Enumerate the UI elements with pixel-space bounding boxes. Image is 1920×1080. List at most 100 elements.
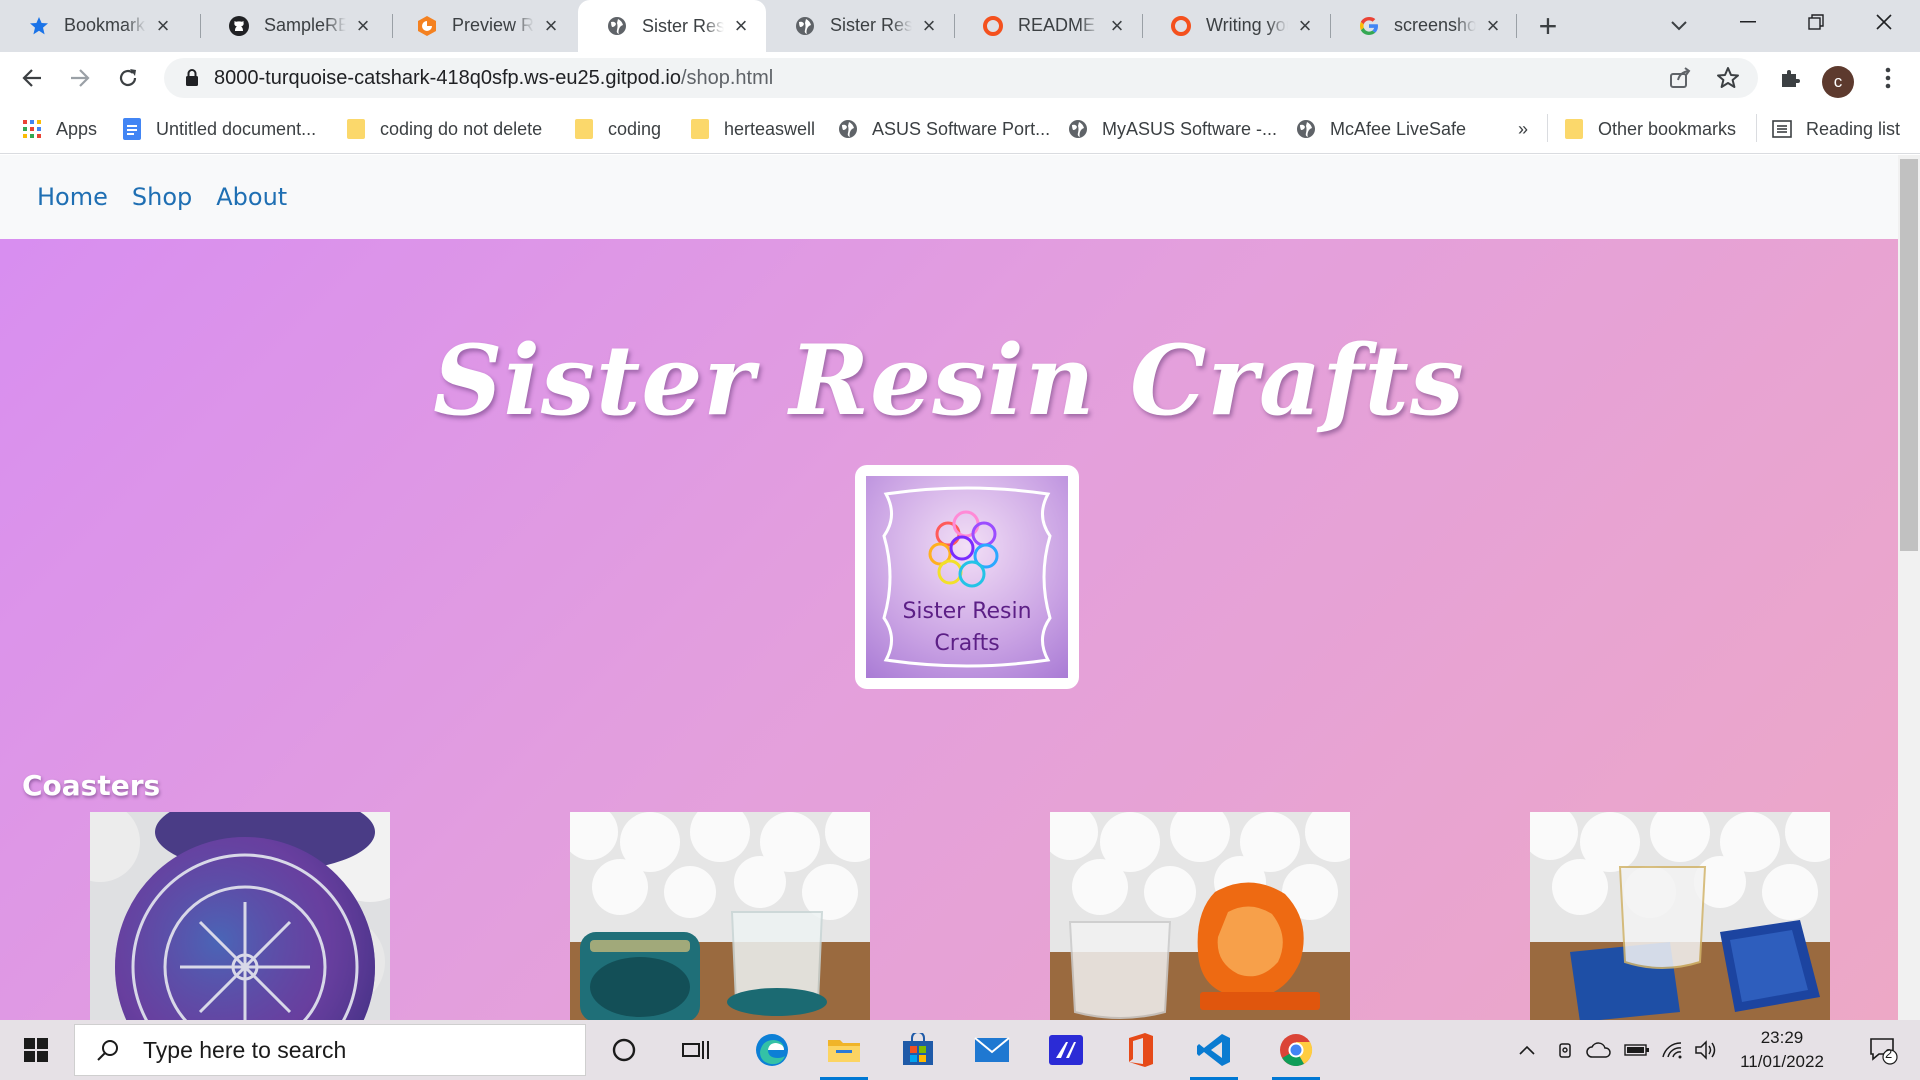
windows-taskbar: Type here to search 23:29 11/01/2022 2 <box>0 1020 1920 1080</box>
product-image-blue-square-coaster-set[interactable] <box>1530 812 1830 1020</box>
close-icon[interactable]: × <box>540 13 562 38</box>
bookmark-star-icon[interactable] <box>1716 66 1740 96</box>
close-icon[interactable]: × <box>1106 13 1128 38</box>
address-bar[interactable]: 8000-turquoise-catshark-418q0sfp.ws-eu25… <box>164 58 1758 98</box>
microsoft-store-icon[interactable] <box>882 1020 954 1080</box>
close-icon[interactable]: × <box>730 13 752 38</box>
onedrive-cloud-icon[interactable] <box>1582 1020 1616 1080</box>
globe-icon <box>838 119 858 139</box>
folder-icon <box>346 119 366 139</box>
tab-search-chevron-icon[interactable] <box>1663 10 1695 42</box>
edge-icon[interactable] <box>736 1020 808 1080</box>
logo-text-line2: Crafts <box>934 631 1000 656</box>
globe-icon <box>1068 119 1088 139</box>
github-icon <box>228 15 250 37</box>
task-view-icon[interactable] <box>660 1020 732 1080</box>
tab-sister-resin-crafts-active[interactable]: Sister Resin Crafts × <box>578 0 766 52</box>
bookmark-asus-software-portal[interactable]: ASUS Software Port... <box>838 114 1050 144</box>
bookmarks-overflow-button[interactable]: » <box>1518 114 1528 144</box>
tab-label: Writing your README <box>1206 15 1288 35</box>
vscode-icon[interactable] <box>1178 1020 1250 1080</box>
product-image-orange-geode-coaster-set[interactable] <box>1050 812 1350 1020</box>
close-icon[interactable]: × <box>352 13 374 38</box>
chrome-icon[interactable] <box>1260 1020 1332 1080</box>
site-title: Sister Resin Crafts <box>433 324 1465 437</box>
extensions-puzzle-icon[interactable] <box>1772 60 1808 96</box>
restore-icon[interactable] <box>1786 0 1846 44</box>
bookmark-label: ASUS Software Port... <box>872 118 1051 139</box>
back-button[interactable] <box>14 60 50 96</box>
bookmark-coding-do-not-delete[interactable]: coding do not delete <box>346 114 542 144</box>
office-icon[interactable] <box>1104 1020 1176 1080</box>
site-navbar: Home Shop About <box>0 155 1898 239</box>
meet-now-icon[interactable] <box>1552 1020 1582 1080</box>
reload-button[interactable] <box>110 60 146 96</box>
menu-kebab-icon[interactable] <box>1870 60 1906 96</box>
battery-icon[interactable] <box>1620 1020 1654 1080</box>
close-icon[interactable]: × <box>1294 13 1316 38</box>
tab-label: Sister Resin Crafts <box>830 15 912 35</box>
apps-grid-icon <box>22 119 42 139</box>
close-icon[interactable]: × <box>918 13 940 38</box>
bookmark-mcafee-livesafe[interactable]: McAfee LiveSafe <box>1296 114 1466 144</box>
url-host: 8000-turquoise-catshark-418q0sfp.ws-eu25… <box>214 66 681 89</box>
tab-samplereadme[interactable]: SampleREADME × <box>200 0 388 51</box>
start-windows-icon[interactable] <box>0 1020 72 1080</box>
tab-screenshots[interactable]: screenshots × <box>1330 0 1518 51</box>
tab-strip: Bookmarks × SampleREADME × Preview READM… <box>0 0 1920 52</box>
globe-icon <box>606 15 628 37</box>
product-image-purple-rune-coaster[interactable] <box>90 812 390 1020</box>
cortana-circle-icon[interactable] <box>588 1020 660 1080</box>
docs-icon <box>122 118 142 140</box>
browser-toolbar: 8000-turquoise-catshark-418q0sfp.ws-eu25… <box>0 52 1920 104</box>
new-tab-button[interactable]: + <box>1530 8 1566 44</box>
bookmark-myasus-software[interactable]: MyASUS Software -... <box>1068 114 1277 144</box>
file-explorer-icon[interactable] <box>808 1020 880 1080</box>
mail-icon[interactable] <box>956 1020 1028 1080</box>
tab-readme-file[interactable]: README File × <box>954 0 1142 51</box>
site-logo: Sister Resin Crafts <box>855 465 1079 689</box>
search-icon <box>93 1035 123 1065</box>
share-icon[interactable] <box>1668 66 1692 96</box>
page-scrollbar-thumb[interactable] <box>1900 159 1918 551</box>
close-icon[interactable]: × <box>152 13 174 38</box>
bookmark-other-bookmarks[interactable]: Other bookmarks <box>1564 114 1736 144</box>
orange-ring-icon <box>982 15 1004 37</box>
lock-icon[interactable] <box>182 68 202 88</box>
wifi-icon[interactable] <box>1656 1020 1688 1080</box>
reading-list-button[interactable]: Reading list <box>1772 114 1900 144</box>
clock-time: 23:29 <box>1760 1028 1804 1047</box>
minimize-icon[interactable] <box>1718 0 1778 44</box>
bookmark-herteaswell[interactable]: herteaswell <box>690 114 815 144</box>
tray-chevron-up-icon[interactable] <box>1512 1020 1542 1080</box>
bookmark-apps[interactable]: Apps <box>22 114 97 144</box>
bookmark-untitled-document[interactable]: Untitled document... <box>122 114 316 144</box>
tab-writing-readme[interactable]: Writing your README × <box>1142 0 1330 51</box>
logo-image: Sister Resin Crafts <box>866 476 1068 678</box>
tab-label: Sister Resin Crafts <box>642 15 724 36</box>
bookmark-label: coding do not delete <box>380 118 543 139</box>
tab-sister-resin-crafts[interactable]: Sister Resin Crafts × <box>766 0 954 51</box>
taskbar-search-input[interactable]: Type here to search <box>74 1024 586 1076</box>
forward-button[interactable] <box>62 60 98 96</box>
volume-speaker-icon[interactable] <box>1690 1020 1722 1080</box>
tab-bookmarks[interactable]: Bookmarks × <box>0 0 188 51</box>
bookmarks-bar: Apps Untitled document... coding do not … <box>0 104 1920 154</box>
asus-myasus-icon[interactable] <box>1030 1020 1102 1080</box>
folder-icon <box>1564 119 1584 139</box>
close-icon[interactable]: × <box>1482 13 1504 38</box>
product-image-teal-gold-coaster-set[interactable] <box>570 812 870 1020</box>
nav-home-link[interactable]: Home <box>37 183 108 211</box>
bookmark-label: herteaswell <box>724 118 816 139</box>
bookmark-coding[interactable]: coding <box>574 114 661 144</box>
bookmark-label: McAfee LiveSafe <box>1330 118 1467 139</box>
profile-avatar[interactable]: c <box>1822 66 1854 98</box>
url-path: /shop.html <box>680 66 774 89</box>
nav-shop-link[interactable]: Shop <box>132 183 192 211</box>
taskbar-clock[interactable]: 23:29 11/01/2022 <box>1730 1026 1834 1074</box>
clock-date: 11/01/2022 <box>1740 1052 1824 1071</box>
tab-preview-readme[interactable]: Preview README × <box>388 0 576 51</box>
action-center-button[interactable]: 2 <box>1856 1020 1910 1080</box>
nav-about-link[interactable]: About <box>216 183 287 211</box>
close-window-icon[interactable] <box>1854 0 1914 44</box>
